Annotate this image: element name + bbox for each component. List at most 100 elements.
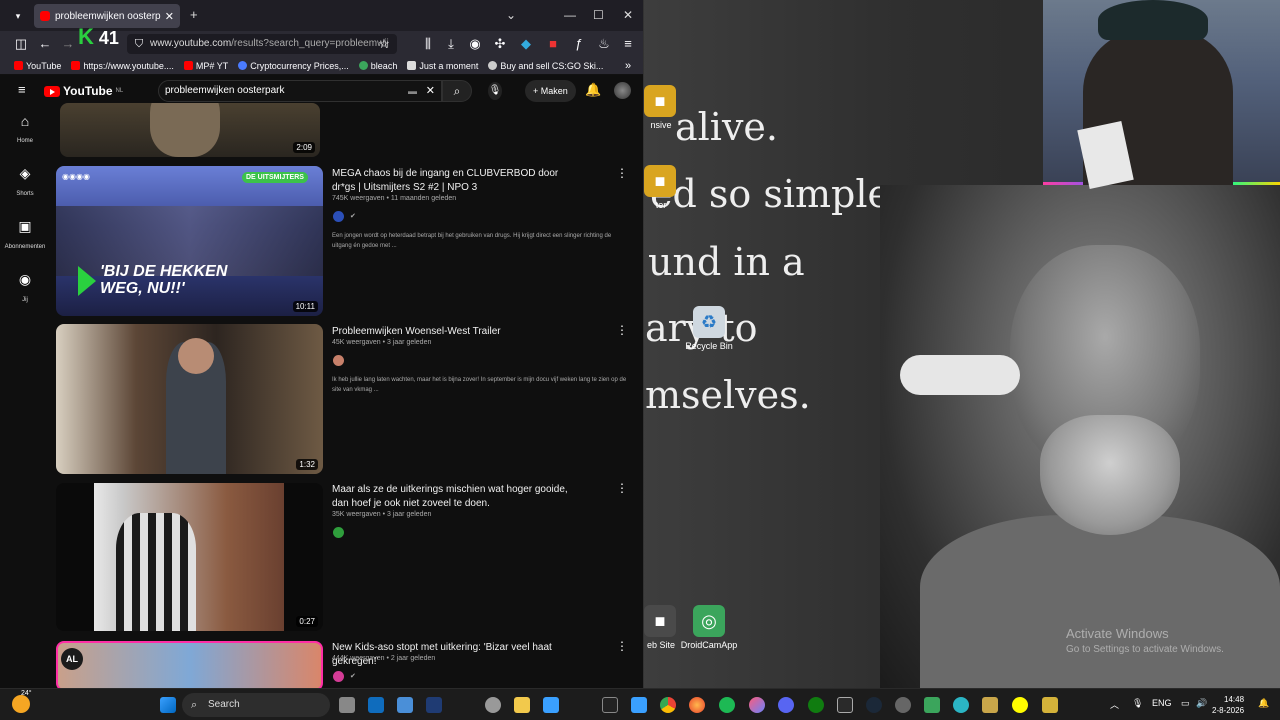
tray-overflow-icon[interactable]: ︿ — [1110, 698, 1119, 711]
hamburger-menu-icon[interactable]: ≡ — [18, 82, 26, 97]
network-icon[interactable]: ▭ — [1181, 698, 1190, 709]
video-thumbnail[interactable]: 1:32 — [56, 324, 323, 474]
shield-icon[interactable]: ⛉ — [131, 36, 147, 52]
app-icon: ■ — [644, 165, 676, 197]
notification-icon[interactable]: 🔔 — [1258, 698, 1269, 709]
search-icon: ⌕ — [191, 699, 198, 711]
maximize-icon[interactable]: ☐ — [593, 8, 604, 22]
bookmark-youtube-url[interactable]: https://www.youtube.... — [71, 61, 174, 71]
task-view-icon[interactable] — [339, 697, 355, 713]
account-icon[interactable]: ◉ — [467, 36, 483, 52]
snapchat-icon[interactable] — [1012, 697, 1028, 713]
more-options-icon[interactable]: ⋮ — [616, 639, 628, 653]
extension-red-icon[interactable]: ■ — [545, 36, 561, 52]
back-icon[interactable]: ← — [37, 36, 53, 52]
music-icon[interactable] — [749, 697, 765, 713]
settings-gear-icon[interactable] — [485, 697, 501, 713]
discord-icon[interactable] — [778, 697, 794, 713]
voice-search-icon[interactable]: 🎙 — [488, 82, 502, 100]
video-duration: 0:27 — [296, 616, 318, 627]
channel-avatar[interactable] — [333, 527, 344, 538]
store-icon[interactable] — [543, 697, 559, 713]
steam-icon[interactable] — [866, 697, 882, 713]
address-bar[interactable]: www.youtube.com/results?search_query=pro… — [127, 34, 397, 54]
file-explorer-icon[interactable] — [514, 697, 530, 713]
desktop-icon-droidcam[interactable]: ◎ DroidCamApp — [671, 605, 747, 650]
extension-drop-icon[interactable]: ♨ — [596, 36, 612, 52]
create-button[interactable]: + Maken — [525, 80, 576, 102]
extension-f-icon[interactable]: ƒ — [571, 36, 587, 52]
list-all-tabs-icon[interactable]: ⌄ — [506, 8, 516, 22]
bookmark-crypto[interactable]: Cryptocurrency Prices,... — [238, 61, 349, 71]
new-tab-icon[interactable]: + — [190, 7, 198, 22]
more-options-icon[interactable]: ⋮ — [616, 166, 628, 180]
app-gold-icon[interactable] — [982, 697, 998, 713]
tab-list-icon[interactable]: ▾ — [10, 8, 26, 24]
minimize-icon[interactable]: — — [564, 8, 576, 22]
sbs-icon[interactable] — [426, 697, 442, 713]
notifications-bell-icon[interactable]: 🔔 — [585, 82, 601, 98]
video-thumbnail[interactable]: 0:27 — [56, 483, 323, 631]
search-input[interactable]: probleemwijken oosterpark ▬ ✕ — [158, 80, 442, 102]
clock[interactable]: 14:48 2-8-2026 — [1212, 694, 1244, 716]
app-teal-icon[interactable] — [953, 697, 969, 713]
sidebar-item-home[interactable]: ⌂ Home — [0, 113, 50, 147]
downloads-icon[interactable]: ⤓ — [443, 36, 459, 52]
weather-icon[interactable] — [12, 695, 30, 713]
more-options-icon[interactable]: ⋮ — [616, 323, 628, 337]
language-indicator[interactable]: ENG — [1152, 698, 1172, 708]
library-icon[interactable]: ⫼ — [420, 36, 436, 52]
more-options-icon[interactable]: ⋮ — [616, 481, 628, 495]
clear-search-icon[interactable]: ✕ — [426, 81, 435, 101]
start-windows-icon[interactable] — [160, 697, 176, 713]
news-icon[interactable] — [397, 697, 413, 713]
desktop-icon-recycle-bin[interactable]: ♻ Recycle Bin — [671, 306, 747, 351]
wallpaper-quote-line-2: ed so simple. — [650, 172, 903, 216]
close-window-icon[interactable]: ✕ — [623, 8, 633, 22]
video-title[interactable]: Maar als ze de uitkerings mischien wat h… — [332, 483, 577, 511]
extensions-icon[interactable]: ✣ — [492, 36, 508, 52]
volume-icon[interactable]: 🔊 — [1196, 698, 1207, 709]
photos-icon[interactable] — [631, 697, 647, 713]
droidcam-icon[interactable] — [924, 697, 940, 713]
search-button[interactable]: ⌕ — [442, 80, 472, 102]
sidebar-item-you[interactable]: ◉ Jij — [0, 271, 50, 306]
account-avatar[interactable] — [614, 82, 631, 99]
bookmark-mp-yt[interactable]: MP# YT — [183, 61, 228, 71]
bookmark-star-icon[interactable]: ☆ — [376, 36, 392, 52]
video-title[interactable]: MEGA chaos bij de ingang en CLUBVERBOD d… — [332, 167, 577, 195]
microphone-icon[interactable]: 🎙 — [1132, 698, 1143, 709]
bookmark-csgo[interactable]: Buy and sell CS:GO Ski... — [488, 61, 603, 71]
keyboard-icon[interactable]: ▬ — [408, 81, 417, 101]
menu-icon[interactable]: ≡ — [620, 36, 636, 52]
close-tab-icon[interactable]: ✕ — [165, 10, 174, 23]
terminal-icon[interactable] — [602, 697, 618, 713]
bookmark-youtube[interactable]: YouTube — [14, 61, 61, 71]
bookmark-bleach[interactable]: bleach — [358, 61, 397, 71]
video-thumbnail[interactable]: AL — [56, 641, 323, 688]
video-title[interactable]: Probleemwijken Woensel-West Trailer — [332, 325, 577, 339]
xbox-icon[interactable] — [808, 697, 824, 713]
taskbar-search[interactable]: ⌕ Search — [182, 693, 330, 717]
video-thumbnail[interactable]: 2:09 — [60, 103, 320, 157]
video-thumbnail[interactable]: DE UITSMIJTERS ◉◉◉◉ 'BIJ DE HEKKEN WEG, … — [56, 166, 323, 316]
channel-avatar[interactable] — [333, 671, 344, 682]
app-yellow-icon[interactable] — [1042, 697, 1058, 713]
extension-blue-icon[interactable]: ◆ — [518, 36, 534, 52]
app-icon[interactable] — [895, 697, 911, 713]
forward-icon[interactable]: → — [60, 36, 76, 52]
sidebar-toggle-icon[interactable]: ◫ — [13, 36, 29, 52]
sidebar-item-subscriptions[interactable]: ▣ Abonnementen — [0, 218, 50, 253]
outlook-icon[interactable] — [368, 697, 384, 713]
sidebar-item-shorts[interactable]: ◈ Shorts — [0, 165, 50, 200]
firefox-icon[interactable] — [689, 697, 705, 713]
channel-avatar[interactable] — [333, 211, 344, 222]
channel-avatar[interactable] — [333, 355, 344, 366]
chrome-icon[interactable] — [660, 697, 676, 713]
leaf-icon — [358, 61, 368, 70]
bookmark-just-a-moment[interactable]: Just a moment — [407, 61, 478, 71]
bookmarks-overflow-icon[interactable]: » — [625, 60, 631, 72]
epic-games-icon[interactable] — [837, 697, 853, 713]
youtube-logo[interactable]: YouTube NL — [44, 84, 123, 98]
spotify-icon[interactable] — [719, 697, 735, 713]
